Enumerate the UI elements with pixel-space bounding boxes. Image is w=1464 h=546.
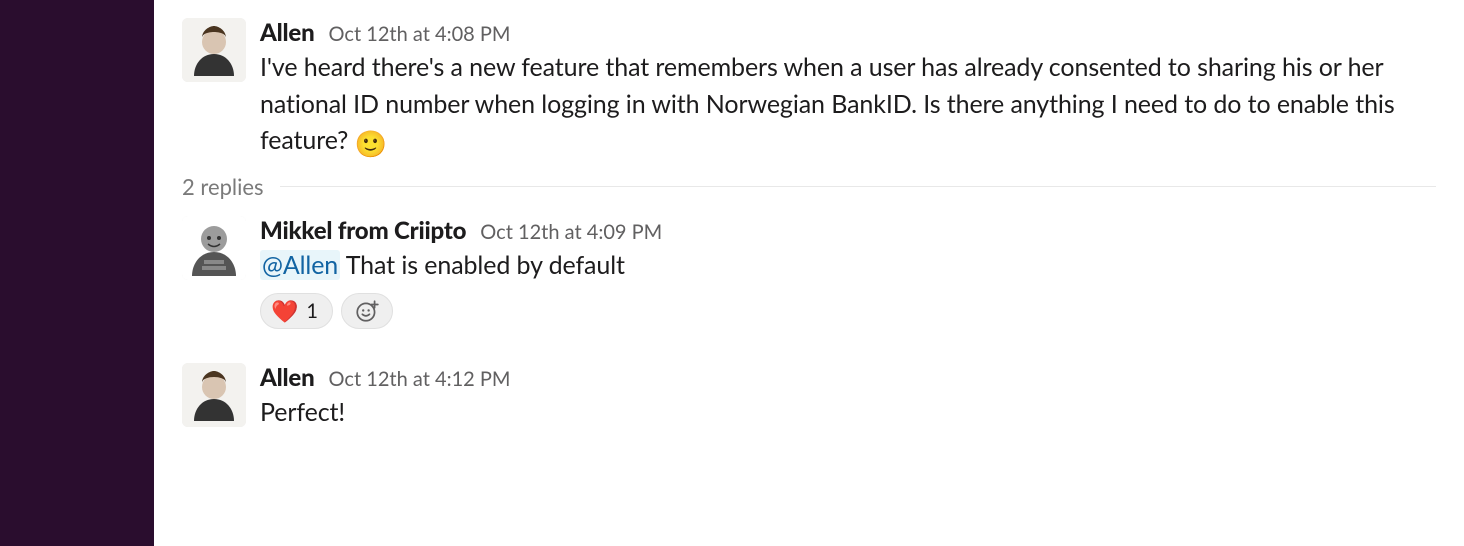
slightly-smiling-emoji: 🙂 <box>355 130 387 156</box>
avatar-image <box>182 216 246 280</box>
message-text: That is enabled by default <box>340 250 625 280</box>
workspace-sidebar <box>0 0 154 546</box>
reply-message: Allen Oct 12th at 4:12 PM Perfect! <box>182 363 1436 431</box>
thread-panel: Allen Oct 12th at 4:08 PM I've heard the… <box>154 0 1464 546</box>
avatar[interactable] <box>182 216 246 280</box>
reply-message: Mikkel from Criipto Oct 12th at 4:09 PM … <box>182 216 1436 330</box>
message-text: I've heard there's a new feature that re… <box>260 52 1395 155</box>
avatar[interactable] <box>182 363 246 427</box>
message-body: I've heard there's a new feature that re… <box>260 49 1436 159</box>
message-text: Perfect! <box>260 397 345 427</box>
message-body: @Allen That is enabled by default <box>260 247 1436 284</box>
user-mention[interactable]: @Allen <box>260 250 340 280</box>
reactions-bar: ❤️ 1 <box>260 293 1436 329</box>
reaction-count: 1 <box>306 299 318 323</box>
add-reaction-button[interactable] <box>341 293 393 329</box>
message: Allen Oct 12th at 4:08 PM I've heard the… <box>182 18 1436 159</box>
heart-icon: ❤️ <box>271 300 298 322</box>
message-author[interactable]: Allen <box>260 363 315 392</box>
avatar[interactable] <box>182 18 246 82</box>
message-author[interactable]: Allen <box>260 18 315 47</box>
message-timestamp[interactable]: Oct 12th at 4:09 PM <box>480 220 662 244</box>
avatar-image <box>182 363 246 427</box>
message-body: Perfect! <box>260 394 1436 431</box>
add-reaction-icon <box>354 298 380 324</box>
reaction-heart[interactable]: ❤️ 1 <box>260 293 333 329</box>
avatar-image <box>182 18 246 82</box>
message-timestamp[interactable]: Oct 12th at 4:08 PM <box>329 22 511 46</box>
replies-count-label: 2 replies <box>182 173 264 200</box>
message-timestamp[interactable]: Oct 12th at 4:12 PM <box>329 367 511 391</box>
replies-separator: 2 replies <box>182 173 1436 200</box>
separator-line <box>280 186 1436 187</box>
message-author[interactable]: Mikkel from Criipto <box>260 216 466 245</box>
